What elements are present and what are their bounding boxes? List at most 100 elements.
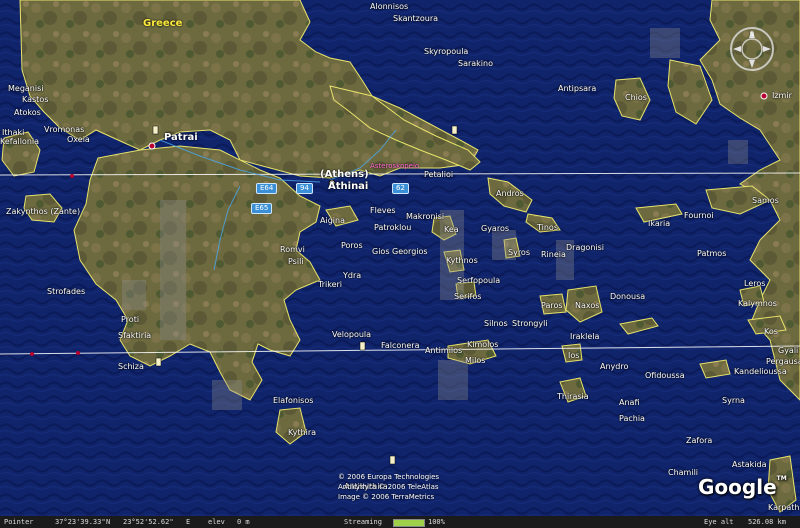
place-label-iraklela[interactable]: Iraklela [570, 332, 599, 342]
svg-text:N: N [750, 31, 755, 38]
place-label-donousa[interactable]: Donousa [610, 292, 645, 302]
place-label-patroklou[interactable]: Patroklou [374, 223, 411, 233]
road-shield-e65: E65 [251, 203, 273, 214]
place-label-antipsara[interactable]: Antipsara [558, 84, 596, 94]
city-dot-patrai [148, 142, 156, 150]
place-label-schiza[interactable]: Schiza [118, 362, 144, 372]
place-label-trikeri[interactable]: Trikeri [318, 280, 342, 290]
place-label-chios[interactable]: Chios [625, 93, 647, 103]
place-label-dragonisi[interactable]: Dragonisi [566, 243, 604, 253]
place-label-antimilos[interactable]: Antimilos [425, 346, 462, 356]
place-label-syrna[interactable]: Syrna [722, 396, 745, 406]
place-label-meganisi[interactable]: Meganisi [8, 84, 44, 94]
place-label-anydro[interactable]: Anydro [600, 362, 628, 372]
eye-alt-label: Eye alt [704, 518, 734, 526]
place-label-gyaros[interactable]: Gyaros [481, 224, 509, 234]
place-label-poros[interactable]: Poros [341, 241, 363, 251]
copyright-line: Antikythira © 2006 TeleAtlas [338, 483, 439, 491]
pointer-label: Pointer [4, 518, 34, 526]
place-label-alonnisos[interactable]: Alonnisos [370, 2, 408, 12]
place-label-pachia[interactable]: Pachia [619, 414, 645, 424]
place-label-skantzoura[interactable]: Skantzoura [393, 14, 438, 24]
place-label-paros[interactable]: Paros [541, 301, 563, 311]
place-label-kythira[interactable]: Kythira [288, 428, 316, 438]
place-label-izmir[interactable]: Izmir [772, 91, 792, 101]
copyright-block: © 2006 Europa Technologies Antikythira ©… [338, 472, 439, 502]
place-label-kos[interactable]: Kos [764, 327, 778, 337]
place-label-patrai[interactable]: Patrai [164, 133, 198, 143]
place-label-atokos[interactable]: Atokos [14, 108, 41, 118]
place-label-thirasia[interactable]: Thirasia [557, 392, 589, 402]
place-label-silnos[interactable]: Silnos [484, 319, 508, 329]
place-label-makronisi[interactable]: Makronisi [406, 212, 444, 222]
place-label-kea[interactable]: Kea [444, 225, 459, 235]
elev-value: 0 m [237, 518, 250, 526]
place-label-vromonas[interactable]: Vromonas [44, 125, 84, 135]
place-label-ofidoussa[interactable]: Ofidoussa [645, 371, 685, 381]
place-label-samos[interactable]: Samos [752, 196, 779, 206]
place-label-petalioi[interactable]: Petalioi [424, 170, 453, 180]
navigation-compass[interactable]: N [729, 26, 775, 72]
longitude-value: 23°52'52.62" [123, 518, 174, 526]
place-label-oxeia[interactable]: Oxeia [67, 135, 90, 145]
place-label-elafonisos[interactable]: Elafonisos [273, 396, 313, 406]
place-label-athinai[interactable]: Athinai [328, 182, 368, 192]
poi-label[interactable]: Asteroskopelo [370, 162, 419, 170]
place-label-strongyli[interactable]: Strongyli [512, 319, 548, 329]
place-label-leros[interactable]: Leros [744, 279, 765, 289]
place-label-tinos[interactable]: Tinos [537, 223, 558, 233]
place-label-athens[interactable]: (Athens) [320, 170, 369, 180]
place-label-sfaktiria[interactable]: Sfaktiria [118, 331, 151, 341]
place-label-pergausa[interactable]: Pergausa [766, 357, 800, 367]
place-label-syros[interactable]: Syros [508, 248, 530, 258]
road-shield-r62: 62 [392, 183, 409, 194]
country-label: Greece [143, 18, 183, 29]
place-label-serfopoula[interactable]: Serfopoula [457, 276, 500, 286]
place-label-sarakino[interactable]: Sarakino [458, 59, 493, 69]
place-label-romvi[interactable]: Romvi [280, 245, 305, 255]
streaming-percent: 100% [428, 518, 445, 526]
place-label-astakida[interactable]: Astakida [732, 460, 767, 470]
place-label-kefallonia[interactable]: Kefallonia [0, 137, 39, 147]
place-label-rineia[interactable]: Rineia [541, 250, 566, 260]
place-label-gios-georgios[interactable]: Gios Georgios [372, 247, 428, 257]
map-canvas[interactable] [0, 0, 800, 528]
place-label-kimolos[interactable]: Kimolos [467, 340, 498, 350]
place-label-andros[interactable]: Andros [496, 189, 524, 199]
copyright-line: Image © 2006 TerraMetrics [338, 493, 435, 501]
place-label-fleves[interactable]: Fleves [370, 206, 396, 216]
google-logo: GoogleTM [698, 475, 787, 499]
place-label-aigina[interactable]: Aigina [320, 216, 345, 226]
place-label-skyropoula[interactable]: Skyropoula [424, 47, 468, 57]
place-label-anafi[interactable]: Anafi [619, 398, 639, 408]
place-label-zafora[interactable]: Zafora [686, 436, 712, 446]
place-label-ikaria[interactable]: Ikaria [648, 219, 670, 229]
place-label-falconera[interactable]: Falconera [381, 341, 419, 351]
map-viewport[interactable]: Greece Alonnisos Skantzoura Skyropoula Sara… [0, 0, 800, 528]
place-label-proti[interactable]: Proti [121, 315, 139, 325]
place-label-kythnos[interactable]: Kythnos [446, 256, 478, 266]
place-label-kastos[interactable]: Kastos [22, 95, 48, 105]
place-label-psili[interactable]: Psili [288, 257, 304, 267]
place-label-fournoi[interactable]: Fournoi [684, 211, 714, 221]
road-shield-r94: 94 [296, 183, 313, 194]
place-label-velopoula[interactable]: Velopoula [332, 330, 371, 340]
place-label-kalymnos[interactable]: Kalymnos [738, 299, 777, 309]
city-dot-west2 [30, 352, 34, 356]
latitude-dir: N [106, 518, 111, 526]
place-label-karpath[interactable]: Karpath [768, 503, 799, 513]
place-label-serifos[interactable]: Serifos [454, 292, 481, 302]
place-label-milos[interactable]: Milos [465, 356, 485, 366]
place-label-strofades[interactable]: Strofades [47, 287, 85, 297]
place-label-ydra[interactable]: Ydra [343, 271, 361, 281]
place-label-ios[interactable]: Ios [568, 351, 579, 361]
city-dot-izmir [760, 92, 768, 100]
place-label-patmos[interactable]: Patmos [697, 249, 726, 259]
place-label-gyali[interactable]: Gyali [778, 346, 798, 356]
place-label-chamili[interactable]: Chamili [668, 468, 698, 478]
place-label-naxos[interactable]: Naxos [575, 301, 599, 311]
road-shield-e64: E64 [256, 183, 278, 194]
place-label-kandelioussa[interactable]: Kandelioussa [734, 367, 787, 377]
logo-text: Google [698, 475, 777, 499]
place-label-zakynthos[interactable]: Zakynthos (Zante) [6, 207, 80, 217]
